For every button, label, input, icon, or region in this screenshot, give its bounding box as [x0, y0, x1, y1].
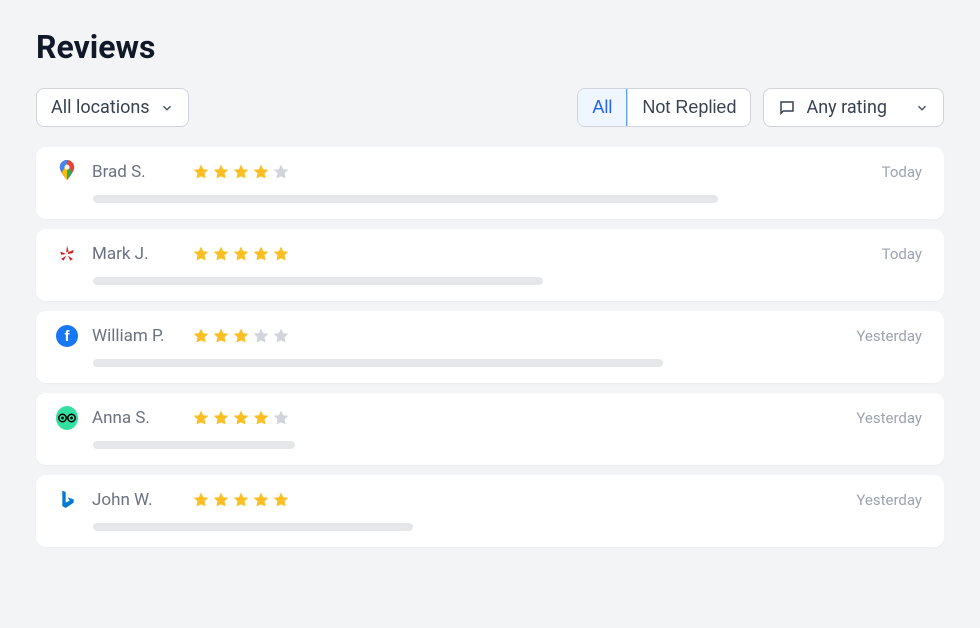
review-time: Today: [882, 163, 922, 181]
review-time: Yesterday: [856, 327, 922, 345]
reviewer-name: Mark J.: [92, 244, 178, 264]
chevron-down-icon: [915, 101, 929, 115]
review-text-placeholder: [93, 277, 543, 285]
reply-filter-all[interactable]: All: [577, 88, 627, 127]
review-time: Yesterday: [856, 491, 922, 509]
star-rating: [192, 245, 290, 263]
review-text-placeholder: [93, 441, 295, 449]
chat-icon: [778, 99, 796, 117]
review-text-placeholder: [93, 195, 718, 203]
tripadvisor-icon: [56, 407, 78, 429]
controls-row: All locations All Not Replied Any rating: [36, 88, 944, 127]
reply-filter-segmented: All Not Replied: [577, 88, 751, 127]
location-filter-dropdown[interactable]: All locations: [36, 88, 189, 127]
reviews-list: Brad S. Today Mark J. Today f William P. Yeste…: [36, 147, 944, 547]
star-rating: [192, 163, 290, 181]
review-time: Yesterday: [856, 409, 922, 427]
review-text-placeholder: [93, 359, 663, 367]
star-rating: [192, 327, 290, 345]
reply-filter-not-replied[interactable]: Not Replied: [627, 89, 750, 126]
star-rating: [192, 491, 290, 509]
reviewer-name: Brad S.: [92, 162, 178, 182]
review-card[interactable]: Mark J. Today: [36, 229, 944, 301]
review-time: Today: [882, 245, 922, 263]
chevron-down-icon: [160, 101, 174, 115]
review-text-placeholder: [93, 523, 413, 531]
reviewer-name: William P.: [92, 326, 178, 346]
bing-icon: [56, 489, 78, 511]
google-icon: [56, 161, 78, 183]
rating-filter-dropdown[interactable]: Any rating: [763, 88, 944, 127]
page-title: Reviews: [36, 28, 944, 66]
yelp-icon: [56, 243, 78, 265]
facebook-icon: f: [56, 325, 78, 347]
rating-filter-label: Any rating: [806, 97, 887, 118]
review-card[interactable]: Brad S. Today: [36, 147, 944, 219]
review-card[interactable]: John W. Yesterday: [36, 475, 944, 547]
reviewer-name: Anna S.: [92, 408, 178, 428]
review-card[interactable]: Anna S. Yesterday: [36, 393, 944, 465]
location-filter-label: All locations: [51, 97, 150, 118]
star-rating: [192, 409, 290, 427]
reviewer-name: John W.: [92, 490, 178, 510]
review-card[interactable]: f William P. Yesterday: [36, 311, 944, 383]
